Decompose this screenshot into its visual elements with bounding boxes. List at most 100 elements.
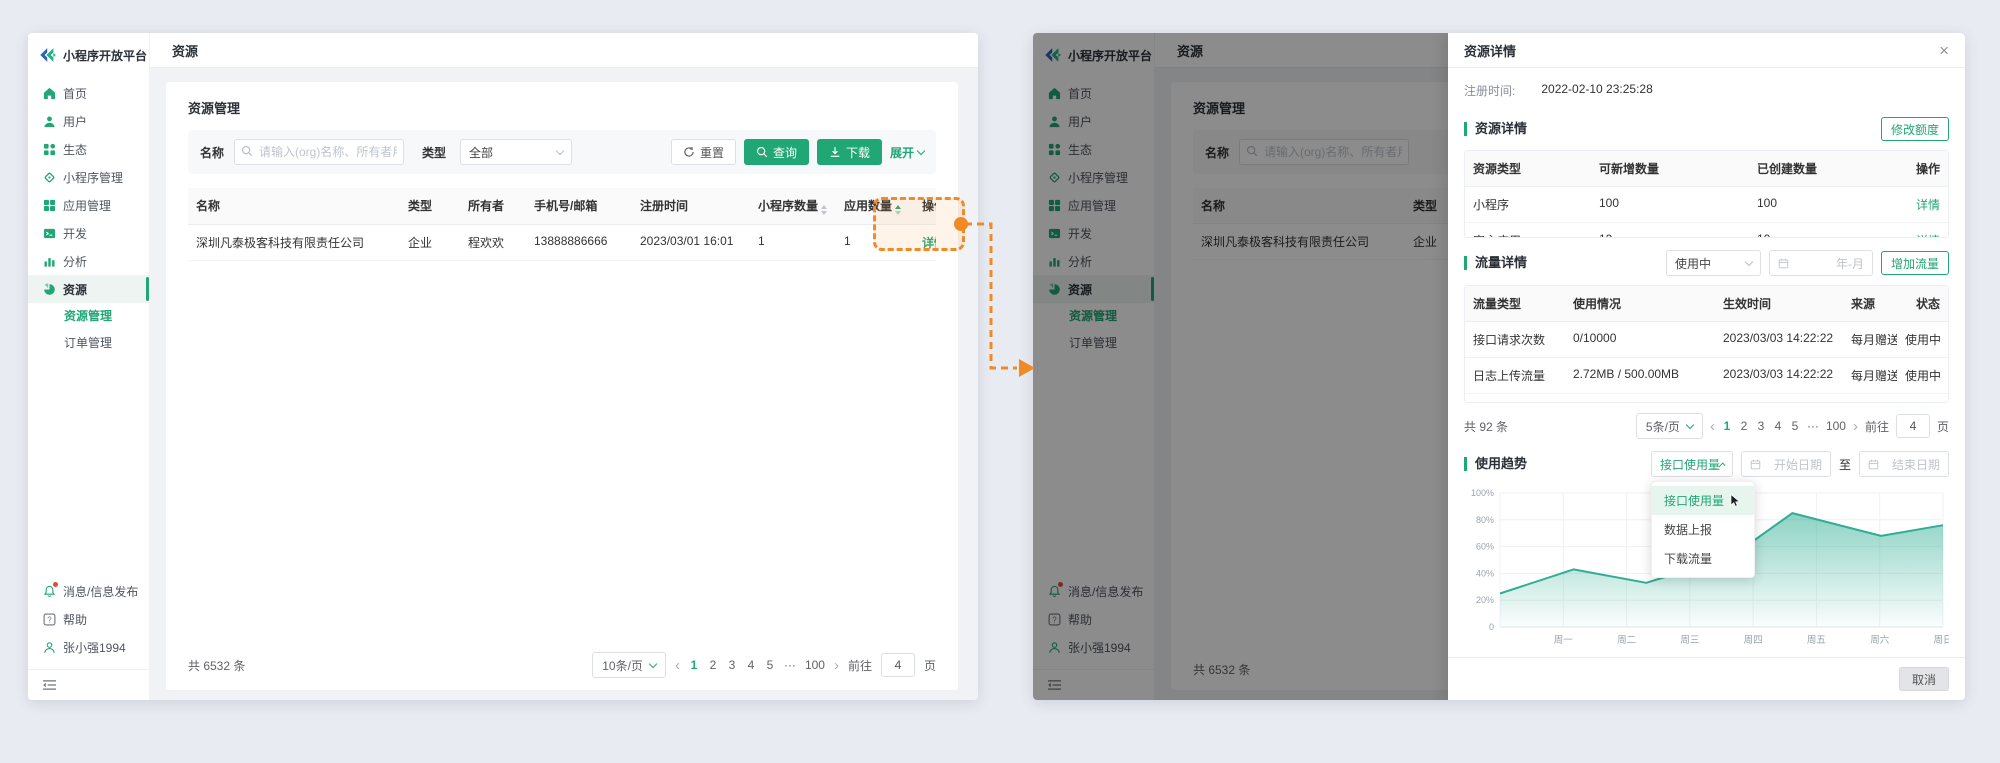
page-number[interactable]: 4 [1773, 419, 1783, 433]
sort-carets-icon[interactable] [821, 205, 827, 215]
goto-page-input[interactable] [881, 653, 915, 677]
type-select[interactable]: 全部 [460, 139, 572, 165]
sidebar-item-users[interactable]: 用户 [28, 107, 149, 135]
table-row: 宿主应用 10 10 详情 [1465, 223, 1948, 238]
page-ellipsis[interactable]: ··· [1807, 419, 1819, 433]
table-row: 日志上传流量 2.72MB / 500.00MB 2023/03/03 14:2… [1465, 358, 1948, 394]
chevron-down-icon [556, 146, 564, 154]
sidebar-item-home[interactable]: 首页 [28, 79, 149, 107]
svg-text:20%: 20% [1476, 595, 1494, 605]
home-icon [42, 86, 56, 100]
table-row: 深圳凡泰极客科技有限责任公司 企业 程欢欢 13888886666 2023/0… [188, 225, 936, 261]
apps-icon [42, 198, 56, 212]
svg-text:80%: 80% [1476, 515, 1494, 525]
sort-carets-icon[interactable] [895, 205, 901, 215]
page-number[interactable]: 1 [689, 658, 699, 672]
svg-text:周五: 周五 [1807, 635, 1826, 646]
download-button[interactable]: 下载 [817, 139, 882, 165]
page-number[interactable]: 3 [1756, 419, 1766, 433]
register-time-row: 注册时间: 2022-02-10 23:25:28 [1464, 82, 1949, 99]
row-detail-link[interactable]: 详情 [1916, 234, 1940, 238]
goto-page-input[interactable] [1896, 414, 1930, 438]
prev-page-button[interactable]: ‹ [675, 658, 680, 673]
sidebar-item-account[interactable]: 张小强1994 [28, 633, 149, 661]
refresh-icon [683, 146, 695, 158]
resource-detail-drawer: 资源详情 × 注册时间: 2022-02-10 23:25:28 资源详情 修改… [1448, 33, 1965, 700]
chevron-down-icon [649, 659, 657, 667]
svg-text:周日: 周日 [1933, 635, 1949, 646]
chevron-down-icon [1686, 420, 1694, 428]
bell-icon [42, 584, 56, 598]
sidebar-item-apps[interactable]: 应用管理 [28, 191, 149, 219]
dropdown-item-data-report[interactable]: 数据上报 [1652, 515, 1754, 544]
row-detail-link[interactable]: 详情 [1916, 198, 1940, 212]
page-number[interactable]: 100 [1826, 419, 1846, 433]
svg-text:?: ? [47, 615, 52, 624]
page-size-select[interactable]: 10条/页 [592, 652, 666, 678]
sidebar-item-help[interactable]: ? 帮助 [28, 605, 149, 633]
svg-text:周三: 周三 [1680, 635, 1699, 646]
page-number[interactable]: 2 [1739, 419, 1749, 433]
sidebar-item-resources[interactable]: 资源 [28, 275, 149, 303]
sidebar-item-dev[interactable]: 开发 [28, 219, 149, 247]
drawer-footer: 取消 [1448, 657, 1965, 700]
sidebar-item-ecosystem[interactable]: 生态 [28, 135, 149, 163]
page-number[interactable]: 3 [727, 658, 737, 672]
sortable-column-mini-count[interactable]: 小程序数量 [750, 188, 836, 224]
sidebar-collapse-button[interactable] [28, 669, 149, 700]
dropdown-item-api-usage[interactable]: 接口使用量 [1652, 486, 1754, 515]
next-page-button[interactable]: › [834, 658, 839, 673]
page-number[interactable]: 5 [1790, 419, 1800, 433]
search-button[interactable]: 查询 [744, 139, 809, 165]
cancel-button[interactable]: 取消 [1899, 667, 1949, 691]
filter-bar: 名称 类型 全部 重置 查询 [188, 130, 936, 174]
sidebar: 小程序开放平台 首页 用户 生态 小程序管理 应用管理 开发 分析 [28, 33, 150, 700]
analytics-icon [42, 254, 56, 268]
page-unit-label: 页 [924, 657, 936, 674]
prev-page-button[interactable]: ‹ [1710, 419, 1715, 434]
name-search-input[interactable] [234, 139, 404, 165]
edit-quota-button[interactable]: 修改额度 [1881, 117, 1949, 141]
calendar-icon [1750, 459, 1761, 470]
drawer-title: 资源详情 [1464, 41, 1516, 60]
traffic-month-picker[interactable]: 年-月 [1769, 250, 1873, 276]
resource-quota-table: 资源类型 可新增数量 已创建数量 操作 小程序 100 100 详情 宿主应用 … [1464, 150, 1949, 238]
dropdown-item-download-traffic[interactable]: 下载流量 [1652, 544, 1754, 573]
usage-trend-section-header: 使用趋势 接口使用量 接口使用量 数据上报 [1464, 451, 1949, 477]
row-detail-link[interactable]: 详情 [922, 236, 936, 250]
traffic-status-select[interactable]: 使用中 [1666, 250, 1761, 276]
sidebar-subitem-resource-management[interactable]: 资源管理 [28, 303, 149, 330]
goto-label: 前往 [1865, 418, 1889, 435]
page-number[interactable]: 100 [805, 658, 825, 672]
page-number[interactable]: 5 [765, 658, 775, 672]
brand-name: 小程序开放平台 [63, 47, 147, 64]
page-size-select[interactable]: 5条/页 [1636, 413, 1703, 439]
sidebar-item-miniprogram[interactable]: 小程序管理 [28, 163, 149, 191]
resource-icon [42, 282, 56, 296]
page-number[interactable]: 4 [746, 658, 756, 672]
name-filter-label: 名称 [200, 144, 224, 161]
page-number[interactable]: 1 [1722, 419, 1732, 433]
sidebar-subitem-order-management[interactable]: 订单管理 [28, 330, 149, 357]
table-row: 接口请求次数 0/10000 2023/03/03 14:22:22 每月赠送 … [1465, 322, 1948, 358]
next-page-button[interactable]: › [1853, 419, 1858, 434]
start-date-picker[interactable]: 开始日期 [1741, 451, 1831, 477]
page-ellipsis[interactable]: ··· [784, 658, 796, 672]
add-traffic-button[interactable]: 增加流量 [1881, 251, 1949, 275]
sidebar-item-messages[interactable]: 消息/信息发布 [28, 577, 149, 605]
svg-text:40%: 40% [1476, 568, 1494, 578]
notification-dot [53, 582, 58, 587]
brand-logo: 小程序开放平台 [28, 33, 149, 79]
page-number[interactable]: 2 [708, 658, 718, 672]
dev-icon [42, 226, 56, 240]
trend-metric-select[interactable]: 接口使用量 [1651, 451, 1733, 477]
sidebar-item-analytics[interactable]: 分析 [28, 247, 149, 275]
search-icon [241, 145, 253, 157]
total-count: 共 92 条 [1464, 418, 1508, 435]
reset-button[interactable]: 重置 [671, 139, 736, 165]
calendar-icon [1778, 258, 1789, 269]
close-icon[interactable]: × [1939, 42, 1949, 59]
end-date-picker[interactable]: 结束日期 [1859, 451, 1949, 477]
expand-filters-link[interactable]: 展开 [890, 144, 924, 161]
sortable-column-app-count[interactable]: 应用数量 [836, 188, 914, 224]
